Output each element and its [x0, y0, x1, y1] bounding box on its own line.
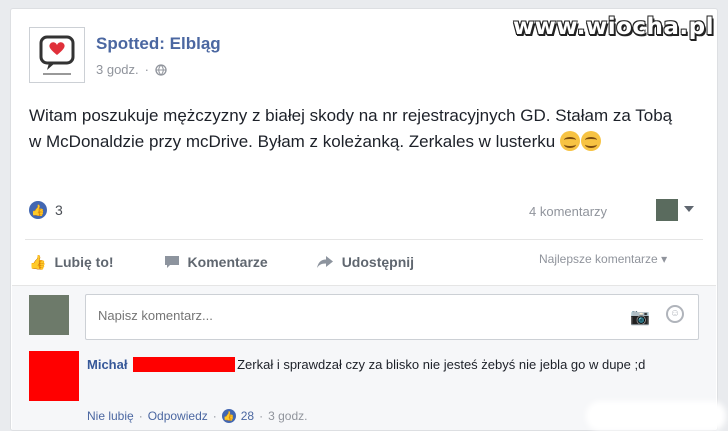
viewer-avatar[interactable] — [656, 199, 678, 221]
like-reaction-icon: 👍 — [221, 409, 236, 423]
comment-composer[interactable]: 📷 ☺ — [85, 294, 699, 340]
post-time[interactable]: 3 godz. — [96, 62, 139, 77]
globe-icon — [155, 63, 167, 76]
redaction-bar — [133, 357, 236, 372]
like-button[interactable]: 👍 Lubię to! — [29, 254, 114, 271]
page-avatar[interactable] — [29, 27, 85, 83]
separator: · — [138, 409, 143, 423]
sort-label: Najlepsze komentarze — [539, 252, 658, 266]
facebook-post-card: Spotted: Elbląg 3 godz. · Witam poszukuj… — [10, 8, 726, 431]
comment-text: Zerkał i sprawdzał czy za blisko nie jes… — [237, 357, 646, 372]
spotted-logo-icon — [39, 35, 75, 75]
page-name-link[interactable]: Spotted: Elbląg — [96, 34, 221, 54]
post-meta: 3 godz. · — [96, 62, 167, 77]
reactions-summary[interactable]: 👍 3 — [29, 201, 63, 219]
divider — [12, 285, 716, 286]
comment-sort-dropdown[interactable]: Najlepsze komentarze ▾ — [539, 252, 667, 266]
chevron-down-icon[interactable] — [684, 206, 694, 212]
share-arrow-icon — [316, 256, 333, 268]
comment-button[interactable]: Komentarze — [164, 254, 268, 270]
comment-label: Komentarze — [187, 254, 268, 270]
camera-icon[interactable]: 📷 — [630, 307, 650, 327]
comments-count-link[interactable]: 4 komentarzy — [529, 204, 607, 219]
smiling-face-icon — [559, 131, 580, 151]
comment-input[interactable] — [96, 307, 600, 324]
divider — [25, 239, 703, 240]
comment-likes-count[interactable]: 28 — [241, 409, 254, 423]
chevron-down-icon: ▾ — [661, 252, 668, 266]
current-user-avatar[interactable] — [29, 295, 69, 335]
speech-bubble-icon — [164, 256, 179, 268]
emoji-picker-icon[interactable]: ☺ — [666, 305, 684, 323]
like-reaction-icon: 👍 — [29, 201, 47, 219]
smiling-face-icon — [580, 131, 601, 151]
post-body: Witam poszukuje mężczyzny z białej skody… — [29, 103, 689, 155]
separator: · — [212, 409, 217, 423]
comment-author-link[interactable]: Michał — [87, 357, 127, 372]
comment-time[interactable]: 3 godz. — [268, 409, 307, 423]
like-label: Lubię to! — [54, 254, 114, 270]
meta-separator: · — [144, 62, 149, 77]
reply-link[interactable]: Odpowiedz — [148, 409, 208, 423]
share-button[interactable]: Udostępnij — [316, 254, 414, 270]
comment-body: Michał Zerkał i sprawdzał czy za blisko … — [87, 355, 687, 374]
blurred-overlay — [586, 401, 726, 431]
commenter-avatar[interactable] — [29, 351, 79, 401]
thumbs-up-icon: 👍 — [29, 253, 47, 270]
watermark-text: www.wiocha.pl — [512, 14, 714, 40]
unlike-link[interactable]: Nie lubię — [87, 409, 134, 423]
reactions-count: 3 — [55, 202, 63, 218]
separator: · — [259, 409, 264, 423]
share-label: Udostępnij — [341, 254, 415, 270]
comment-actions: Nie lubię · Odpowiedz · 👍 28 · 3 godz. — [87, 409, 307, 423]
